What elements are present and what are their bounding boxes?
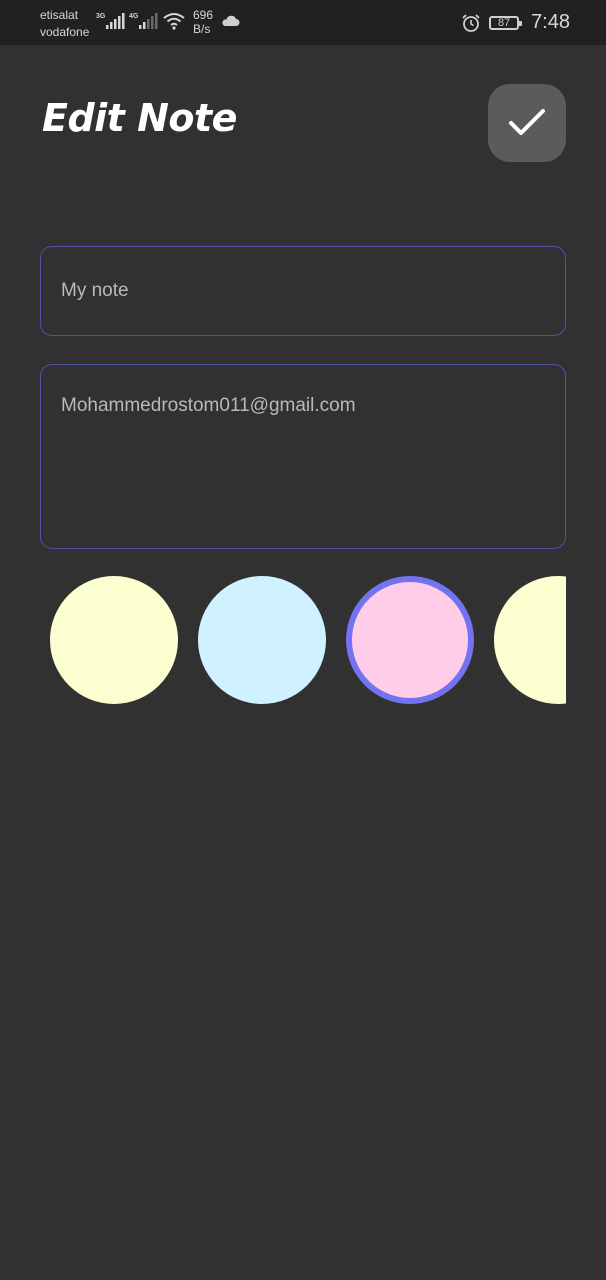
alarm-icon <box>462 13 480 32</box>
speed-unit: B/s <box>193 22 211 36</box>
cloud-icon <box>222 15 240 26</box>
status-time: 7:48 <box>531 11 570 33</box>
battery-icon: 87 <box>489 15 523 30</box>
status-right: 87 7:48 <box>461 0 570 45</box>
carrier-2-label: vodafone <box>40 25 90 39</box>
network-1-label: 3G <box>96 13 106 20</box>
color-swatch-selected[interactable] <box>346 576 474 704</box>
save-button[interactable] <box>488 84 566 162</box>
note-content-input[interactable]: Mohammedrostom011@gmail.com <box>40 364 566 549</box>
color-swatch[interactable] <box>50 576 178 704</box>
speed-value: 696 <box>193 8 214 22</box>
note-content-text: Mohammedrostom011@gmail.com <box>61 395 356 416</box>
color-picker <box>0 576 566 704</box>
status-bar: etisalat vodafone 3G 4G 696 B/s 87 7:48 <box>0 0 606 45</box>
check-icon <box>509 109 545 135</box>
note-title-text: My note <box>61 280 129 301</box>
network-2-label: 4G <box>129 13 139 20</box>
color-swatch[interactable] <box>198 576 326 704</box>
color-swatch[interactable] <box>494 576 566 704</box>
network-speed: 696 B/s <box>193 8 213 36</box>
signal-1-icon <box>106 13 125 29</box>
note-title-input[interactable]: My note <box>40 246 566 336</box>
signal-2-icon <box>139 13 158 29</box>
wifi-icon <box>163 13 185 30</box>
battery-level: 87 <box>497 16 511 29</box>
page-title: Edit Note <box>42 96 237 140</box>
carrier-1-label: etisalat <box>40 8 79 22</box>
carrier-names: etisalat vodafone <box>40 7 89 41</box>
